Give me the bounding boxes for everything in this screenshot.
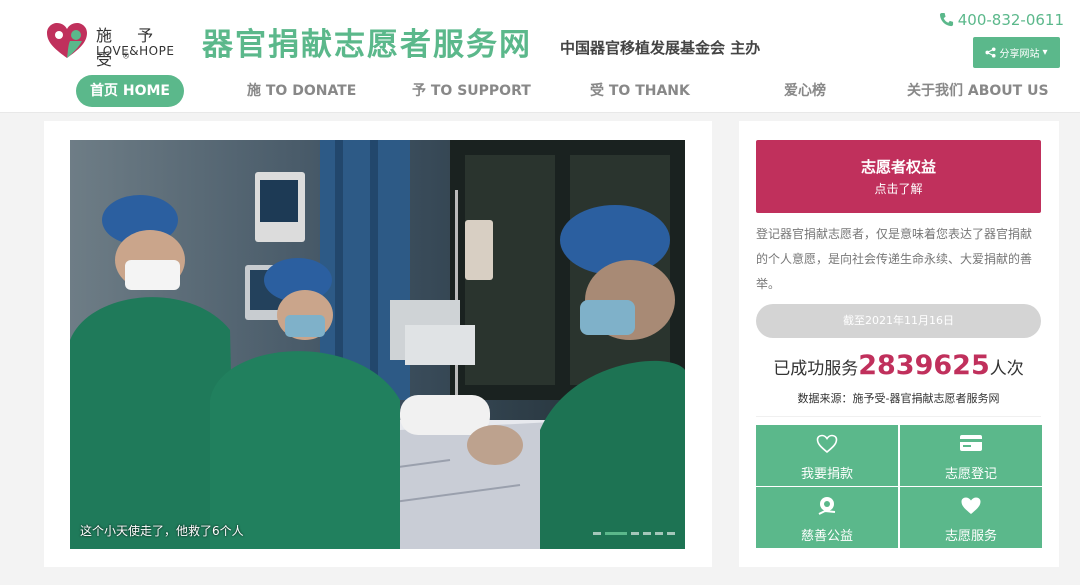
volunteer-service-tile-label: 志愿服务 — [944, 529, 997, 544]
carousel-dot[interactable] — [593, 532, 601, 535]
carousel-slide[interactable]: 这个小天使走了，他救了6个人 — [70, 140, 685, 549]
divider — [756, 416, 1041, 417]
donate-tile[interactable]: 我要捐款 — [756, 425, 898, 486]
carousel-dot[interactable] — [631, 532, 639, 535]
heart-icon — [961, 497, 981, 514]
share-label: 分享网站 — [999, 49, 1040, 60]
share-button[interactable]: 分享网站 ▾ — [973, 37, 1060, 68]
nav-item-thank[interactable]: 受 TO THANK — [590, 75, 690, 107]
data-source: 数据来源：施予受-器官捐献志愿者服务网 — [797, 392, 1000, 405]
site-header: 施 予 受® LOVE&HOPE 器官捐献志愿者服务网 中国器官移植发展基金会 … — [0, 0, 1080, 113]
share-icon — [985, 47, 997, 58]
carousel-indicators — [593, 532, 675, 535]
charity-tile-label: 慈善公益 — [800, 529, 853, 544]
carousel-dot[interactable] — [667, 532, 675, 535]
heart-outline-icon — [816, 434, 838, 454]
nav-item-support[interactable]: 予 TO SUPPORT — [412, 75, 531, 107]
action-grid: 我要捐款 志愿登记 慈善公益 志愿服务 — [756, 425, 1042, 548]
rights-subtitle: 点击了解 — [874, 182, 923, 196]
carousel-dot[interactable] — [655, 532, 663, 535]
charity-icon — [818, 497, 836, 515]
sponsor-text: 中国器官移植发展基金会 主办 — [560, 39, 761, 57]
phone-number[interactable]: 400-832-0611 — [939, 11, 1064, 29]
carousel-caption: 这个小天使走了，他救了6个人 — [80, 524, 244, 538]
service-count: 已成功服务2839625人次 — [756, 350, 1041, 381]
carousel-dot[interactable] — [643, 532, 651, 535]
volunteer-service-tile[interactable]: 志愿服务 — [900, 487, 1042, 548]
main-nav: 首页 HOME 施 TO DONATE 予 TO SUPPORT 受 TO TH… — [0, 75, 1080, 107]
logo-text-en: LOVE&HOPE — [96, 44, 175, 58]
card-icon — [960, 435, 982, 451]
site-title: 器官捐献志愿者服务网 — [202, 27, 532, 63]
count-prefix: 已成功服务 — [773, 359, 859, 379]
register-tile-label: 志愿登记 — [944, 467, 997, 482]
caret-down-icon: ▾ — [1042, 47, 1048, 58]
volunteer-rights-button[interactable]: 志愿者权益 点击了解 — [756, 140, 1041, 213]
date-badge: 截至2021年11月16日 — [756, 304, 1041, 338]
hospital-scene-image — [70, 140, 685, 549]
count-suffix: 人次 — [989, 359, 1024, 379]
site-logo[interactable]: 施 予 受® LOVE&HOPE — [46, 22, 196, 69]
phone-text: 400-832-0611 — [957, 11, 1064, 29]
carousel-dot-active[interactable] — [605, 532, 627, 535]
nav-item-about[interactable]: 关于我们 ABOUT US — [907, 75, 1049, 107]
nav-item-love-board[interactable]: 爱心榜 — [784, 75, 826, 107]
logo-heart-icon — [47, 23, 87, 58]
rights-title: 志愿者权益 — [860, 158, 936, 176]
phone-icon — [939, 12, 953, 27]
charity-tile[interactable]: 慈善公益 — [756, 487, 898, 548]
nav-item-donate[interactable]: 施 TO DONATE — [247, 75, 356, 107]
count-number: 2839625 — [858, 350, 990, 381]
register-tile[interactable]: 志愿登记 — [900, 425, 1042, 486]
volunteer-description: 登记器官捐献志愿者，仅是意味着您表达了器官捐献的个人意愿，是向社会传递生命永续、… — [756, 227, 1033, 291]
donate-tile-label: 我要捐款 — [800, 467, 853, 482]
nav-item-home[interactable]: 首页 HOME — [76, 75, 184, 107]
